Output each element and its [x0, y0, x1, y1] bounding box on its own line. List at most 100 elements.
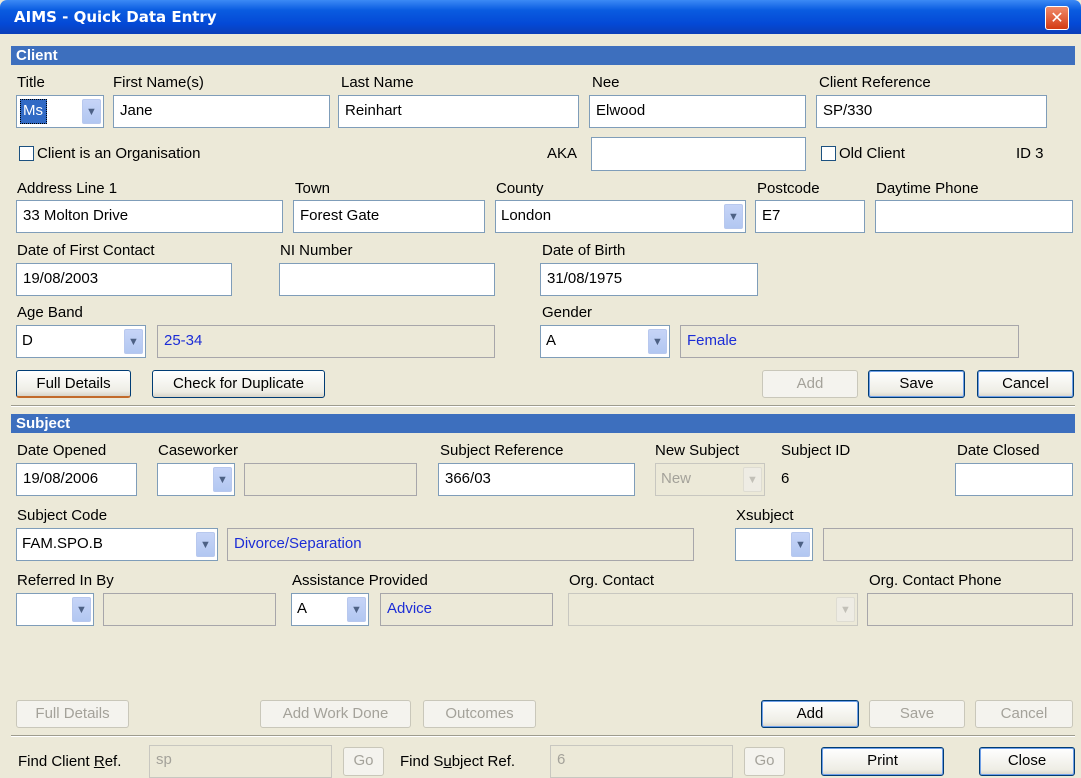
section-divider [11, 405, 1075, 407]
daytime-phone-field[interactable] [875, 200, 1073, 233]
gender-label: Gender [542, 304, 593, 321]
find-client-label-hotkey: R [93, 753, 105, 770]
subject-id-value: 6 [781, 470, 790, 487]
org-contact-phone-label: Org. Contact Phone [869, 572, 1002, 589]
client-cancel-button[interactable]: Cancel [977, 370, 1074, 398]
age-band-description: 25-34 [157, 325, 495, 358]
gender-select[interactable]: A ▼ [540, 325, 670, 358]
assistance-provided-select[interactable]: A ▼ [291, 593, 369, 626]
client-add-button[interactable]: Add [762, 370, 858, 398]
address-line1-label: Address Line 1 [17, 180, 118, 197]
xsubject-select[interactable]: ▼ [735, 528, 813, 561]
chevron-down-icon[interactable]: ▼ [213, 467, 232, 492]
subject-code-value: FAM.SPO.B [22, 535, 103, 552]
client-save-button[interactable]: Save [868, 370, 965, 398]
xsubject-label: Xsubject [736, 507, 794, 524]
first-names-field[interactable]: Jane [113, 95, 330, 128]
new-subject-value: New [661, 470, 692, 487]
first-names-label: First Name(s) [113, 74, 204, 91]
find-subject-label-hotkey: u [443, 753, 452, 770]
subject-id-label: Subject ID [781, 442, 851, 459]
chevron-down-icon[interactable]: ▼ [724, 204, 743, 229]
dob-label: Date of Birth [542, 242, 626, 259]
county-label: County [496, 180, 544, 197]
subject-code-select[interactable]: FAM.SPO.B ▼ [16, 528, 218, 561]
client-reference-field[interactable]: SP/330 [816, 95, 1047, 128]
subject-reference-field[interactable]: 366/03 [438, 463, 635, 496]
caseworker-label: Caseworker [158, 442, 239, 459]
subject-add-button[interactable]: Add [761, 700, 859, 728]
chevron-down-icon[interactable]: ▼ [836, 597, 855, 622]
check-duplicate-button[interactable]: Check for Duplicate [152, 370, 325, 398]
old-client-label: Old Client [839, 145, 905, 162]
find-subject-input[interactable]: 6 [550, 745, 733, 778]
daytime-phone-label: Daytime Phone [876, 180, 979, 197]
county-value: London [501, 207, 552, 224]
nee-field[interactable]: Elwood [589, 95, 806, 128]
date-opened-field[interactable]: 19/08/2006 [16, 463, 137, 496]
county-select[interactable]: London ▼ [495, 200, 746, 233]
close-button[interactable]: Close [979, 747, 1075, 776]
town-label: Town [295, 180, 331, 197]
subject-cancel-button[interactable]: Cancel [975, 700, 1073, 728]
date-first-contact-field[interactable]: 19/08/2003 [16, 263, 232, 296]
referred-in-by-description [103, 593, 276, 626]
caseworker-description [244, 463, 417, 496]
postcode-field[interactable]: E7 [755, 200, 865, 233]
close-window-icon[interactable]: ✕ [1045, 6, 1069, 30]
subject-reference-label: Subject Reference [440, 442, 564, 459]
subject-section-header: Subject [11, 414, 1075, 433]
last-name-label: Last Name [341, 74, 414, 91]
outcomes-button[interactable]: Outcomes [423, 700, 536, 728]
client-id-text: ID 3 [1016, 145, 1044, 162]
age-band-label: Age Band [17, 304, 83, 321]
chevron-down-icon[interactable]: ▼ [72, 597, 91, 622]
window-title: AIMS - Quick Data Entry [14, 8, 217, 26]
xsubject-description [823, 528, 1073, 561]
subject-full-details-button[interactable]: Full Details [16, 700, 129, 728]
find-client-label-pre: Find Client [18, 753, 94, 770]
chevron-down-icon[interactable]: ▼ [347, 597, 366, 622]
chevron-down-icon[interactable]: ▼ [82, 99, 101, 124]
org-contact-select[interactable]: ▼ [568, 593, 858, 626]
referred-in-by-label: Referred In By [17, 572, 114, 589]
title-select[interactable]: Ms ▼ [16, 95, 104, 128]
old-client-checkbox[interactable] [821, 146, 836, 161]
add-work-done-button[interactable]: Add Work Done [260, 700, 411, 728]
ni-number-field[interactable] [279, 263, 495, 296]
referred-in-by-select[interactable]: ▼ [16, 593, 94, 626]
dob-field[interactable]: 31/08/1975 [540, 263, 758, 296]
client-full-details-button[interactable]: Full Details [16, 370, 131, 398]
chevron-down-icon[interactable]: ▼ [648, 329, 667, 354]
caseworker-select[interactable]: ▼ [157, 463, 235, 496]
title-label: Title [17, 74, 45, 91]
find-client-go-button[interactable]: Go [343, 747, 384, 776]
client-reference-label: Client Reference [819, 74, 931, 91]
chevron-down-icon[interactable]: ▼ [124, 329, 143, 354]
is-organisation-checkbox[interactable] [19, 146, 34, 161]
chevron-down-icon[interactable]: ▼ [743, 467, 762, 492]
title-bar: AIMS - Quick Data Entry ✕ [0, 0, 1081, 34]
gender-description: Female [680, 325, 1019, 358]
aka-field[interactable] [591, 137, 806, 171]
find-subject-go-button[interactable]: Go [744, 747, 785, 776]
chevron-down-icon[interactable]: ▼ [791, 532, 810, 557]
find-subject-label-pre: Find S [400, 753, 444, 770]
assistance-description: Advice [380, 593, 553, 626]
find-subject-label: Find Subject Ref. [400, 753, 515, 770]
print-button[interactable]: Print [821, 747, 944, 776]
assistance-value: A [297, 600, 308, 617]
quick-data-entry-window: AIMS - Quick Data Entry ✕ Client Title M… [0, 0, 1081, 778]
address-line1-field[interactable]: 33 Molton Drive [16, 200, 283, 233]
nee-label: Nee [592, 74, 620, 91]
new-subject-select[interactable]: New ▼ [655, 463, 765, 496]
date-closed-label: Date Closed [957, 442, 1040, 459]
age-band-select[interactable]: D ▼ [16, 325, 146, 358]
date-closed-field[interactable] [955, 463, 1073, 496]
chevron-down-icon[interactable]: ▼ [196, 532, 215, 557]
last-name-field[interactable]: Reinhart [338, 95, 579, 128]
subject-save-button[interactable]: Save [869, 700, 965, 728]
find-client-input[interactable]: sp [149, 745, 332, 778]
date-first-contact-label: Date of First Contact [17, 242, 155, 259]
town-field[interactable]: Forest Gate [293, 200, 485, 233]
